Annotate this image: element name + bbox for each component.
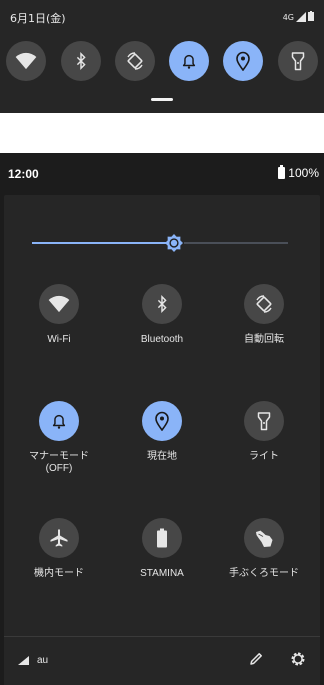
tile-label: 手ぶくろモード [229,568,299,579]
battery-status: 100% [278,165,319,180]
auto-rotate-toggle[interactable] [115,41,155,81]
tile-label: Bluetooth [140,334,184,345]
bell-icon [52,414,66,429]
tile-glove-mode[interactable]: 手ぶくろモード [219,518,309,598]
glove-mode-button[interactable] [244,518,284,558]
bluetooth-icon [157,295,167,313]
status-bar: 6月1日(金) 4G [0,0,324,34]
drag-handle[interactable] [151,98,173,101]
bluetooth-icon [76,52,86,70]
auto-rotate-icon [256,295,272,313]
wifi-icon [15,52,37,70]
bluetooth-toggle[interactable] [61,41,101,81]
tile-label: ライト [249,451,279,462]
wifi-button[interactable] [39,284,79,324]
wifi-icon [48,295,70,313]
bell-icon [182,54,196,69]
flashlight-button[interactable] [244,401,284,441]
brightness-slider-fill [32,242,172,244]
tile-label: 機内モード [34,568,84,579]
tile-label-sub: (OFF) [45,463,73,474]
network-type: 4G [282,12,294,22]
glove-hand-icon [256,530,273,547]
auto-rotate-button[interactable] [244,284,284,324]
tile-bluetooth[interactable]: Bluetooth [117,284,207,364]
battery-icon [308,11,314,23]
quick-settings-row [0,41,324,81]
tile-label-main: マナーモード [29,451,89,462]
carrier-info: au [18,655,48,666]
status-bar: 12:00 100% [0,153,324,195]
brightness-slider-track[interactable] [184,242,288,244]
airplane-mode-button[interactable] [39,518,79,558]
brightness-thumb-icon[interactable] [164,233,184,253]
location-pin-icon [236,51,250,71]
quick-settings-footer: au [4,637,320,685]
flashlight-icon [257,412,271,431]
tile-flashlight[interactable]: ライト [219,401,309,481]
battery-percent: 100% [288,166,319,180]
manner-mode-button[interactable] [39,401,79,441]
airplane-icon [50,529,68,547]
signal-icon [296,12,306,22]
tile-stamina[interactable]: STAMINA [117,518,207,598]
auto-rotate-icon [127,52,143,70]
signal-icon [18,656,29,665]
carrier-name: au [37,655,49,666]
flashlight-toggle[interactable] [278,41,318,81]
tile-label: STAMINA [140,568,184,579]
location-toggle[interactable] [223,41,263,81]
tile-airplane-mode[interactable]: 機内モード [14,518,104,598]
tile-label: 現在地 [147,451,177,462]
location-button[interactable] [142,401,182,441]
battery-icon [278,165,286,179]
tile-wifi[interactable]: Wi-Fi [14,284,104,364]
tile-label: Wi-Fi [47,334,71,345]
flashlight-icon [291,52,305,71]
manner-mode-toggle[interactable] [169,41,209,81]
battery-icon [157,528,167,548]
location-pin-icon [155,411,169,431]
expanded-quick-settings: 12:00 100% Wi-Fi Bluetooth 自動回転 マナーモード (… [0,153,324,685]
tile-label: マナーモード (OFF) [4,451,114,475]
tile-label: 自動回転 [244,334,284,345]
gear-icon[interactable] [290,651,306,667]
tile-location[interactable]: 現在地 [117,401,207,481]
status-date: 6月1日(金) [10,12,66,25]
bluetooth-button[interactable] [142,284,182,324]
tile-auto-rotate[interactable]: 自動回転 [219,284,309,364]
status-time: 12:00 [8,167,39,181]
tile-manner-mode[interactable]: マナーモード (OFF) [14,401,104,481]
edit-pencil-icon[interactable] [248,651,264,667]
status-icons: 4G [283,11,314,23]
stamina-button[interactable] [142,518,182,558]
wifi-toggle[interactable] [6,41,46,81]
collapsed-quick-settings: 6月1日(金) 4G [0,0,324,113]
